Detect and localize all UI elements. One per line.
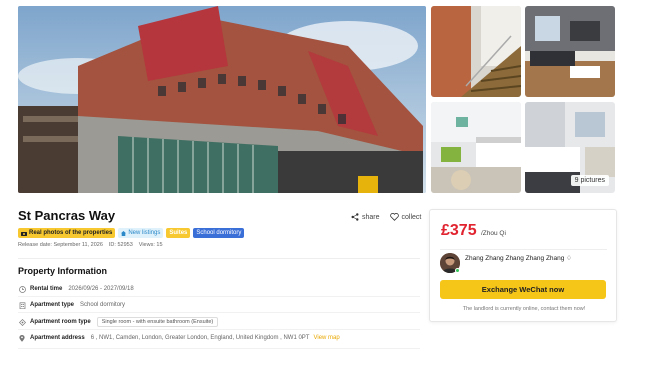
tag-school-dormitory: School dormitory (193, 228, 245, 238)
pictures-count-badge[interactable]: 9 pictures (570, 175, 609, 186)
info-label: Apartment room type (30, 319, 91, 325)
info-row-apartment-room-type: Apartment room type Single room - with e… (18, 317, 219, 327)
gallery-thumbnail-living-room[interactable] (525, 6, 615, 97)
price-card: £375 /Zhou Qi Zhang Zhang Zhang Zhang Zh… (429, 209, 617, 322)
gallery-thumbnail-bedroom[interactable] (431, 102, 521, 193)
info-value: 2026/09/26 - 2027/09/18 (68, 286, 134, 292)
info-label: Apartment type (30, 302, 75, 308)
building-icon (18, 301, 26, 309)
divider (18, 296, 420, 297)
main-property-photo[interactable] (18, 6, 426, 193)
divider (440, 249, 607, 250)
tag-new-listings: New listings (118, 228, 164, 238)
info-label: Apartment address (30, 335, 85, 341)
online-note: The landlord is currently online, contac… (462, 306, 586, 312)
property-tags: Real photos of the properties New listin… (18, 228, 245, 238)
clock-icon (18, 285, 26, 293)
tag-label: New listings (128, 230, 161, 236)
tag-label: Real photos of the properties (29, 230, 113, 236)
collect-label: collect (401, 213, 422, 221)
info-row-apartment-type: Apartment type School dormitory (18, 301, 125, 309)
gallery-thumbnail-bedroom-2[interactable]: 9 pictures (525, 102, 615, 193)
house-icon (121, 230, 127, 236)
view-map-link[interactable]: View map (313, 335, 339, 341)
gallery-thumbnail-staircase[interactable] (431, 6, 521, 97)
property-id: ID: 52953 (108, 242, 133, 248)
online-status-dot (455, 268, 460, 273)
info-value: 6 , NW1, Camden, London, Greater London,… (90, 335, 310, 341)
share-button[interactable]: share (351, 213, 380, 221)
room-icon (18, 318, 26, 326)
property-title: St Pancras Way (18, 208, 116, 223)
location-pin-icon (18, 334, 26, 342)
property-meta: Release date: September 11, 2026 ID: 529… (18, 242, 163, 248)
info-value: Single room - with ensuite bathroom (Ens… (96, 317, 219, 327)
price: £375 (441, 222, 477, 239)
divider (18, 312, 420, 313)
agent-name[interactable]: Zhang Zhang Zhang Zhang Zhang ♢ (465, 254, 572, 262)
info-label: Rental time (30, 286, 63, 292)
collect-button[interactable]: collect (389, 213, 422, 221)
property-actions: share collect (351, 213, 421, 221)
view-count: Views: 15 (138, 242, 163, 248)
share-icon (351, 213, 359, 221)
exchange-wechat-button[interactable]: Exchange WeChat now (440, 280, 606, 299)
price-unit: /Zhou Qi (481, 230, 506, 237)
section-title-property-information: Property Information (18, 266, 108, 276)
camera-icon (21, 231, 27, 236)
tag-real-photos: Real photos of the properties (18, 228, 116, 238)
heart-icon (389, 213, 399, 221)
tag-suites: Suites (166, 228, 191, 238)
divider (18, 348, 420, 349)
divider (18, 258, 420, 259)
info-row-apartment-address: Apartment address 6 , NW1, Camden, Londo… (18, 334, 340, 342)
share-label: share (362, 213, 380, 221)
info-value: School dormitory (80, 302, 126, 308)
release-date: Release date: September 11, 2026 (18, 242, 103, 248)
divider (18, 329, 420, 330)
info-row-rental-time: Rental time 2026/09/26 - 2027/09/18 (18, 285, 134, 293)
